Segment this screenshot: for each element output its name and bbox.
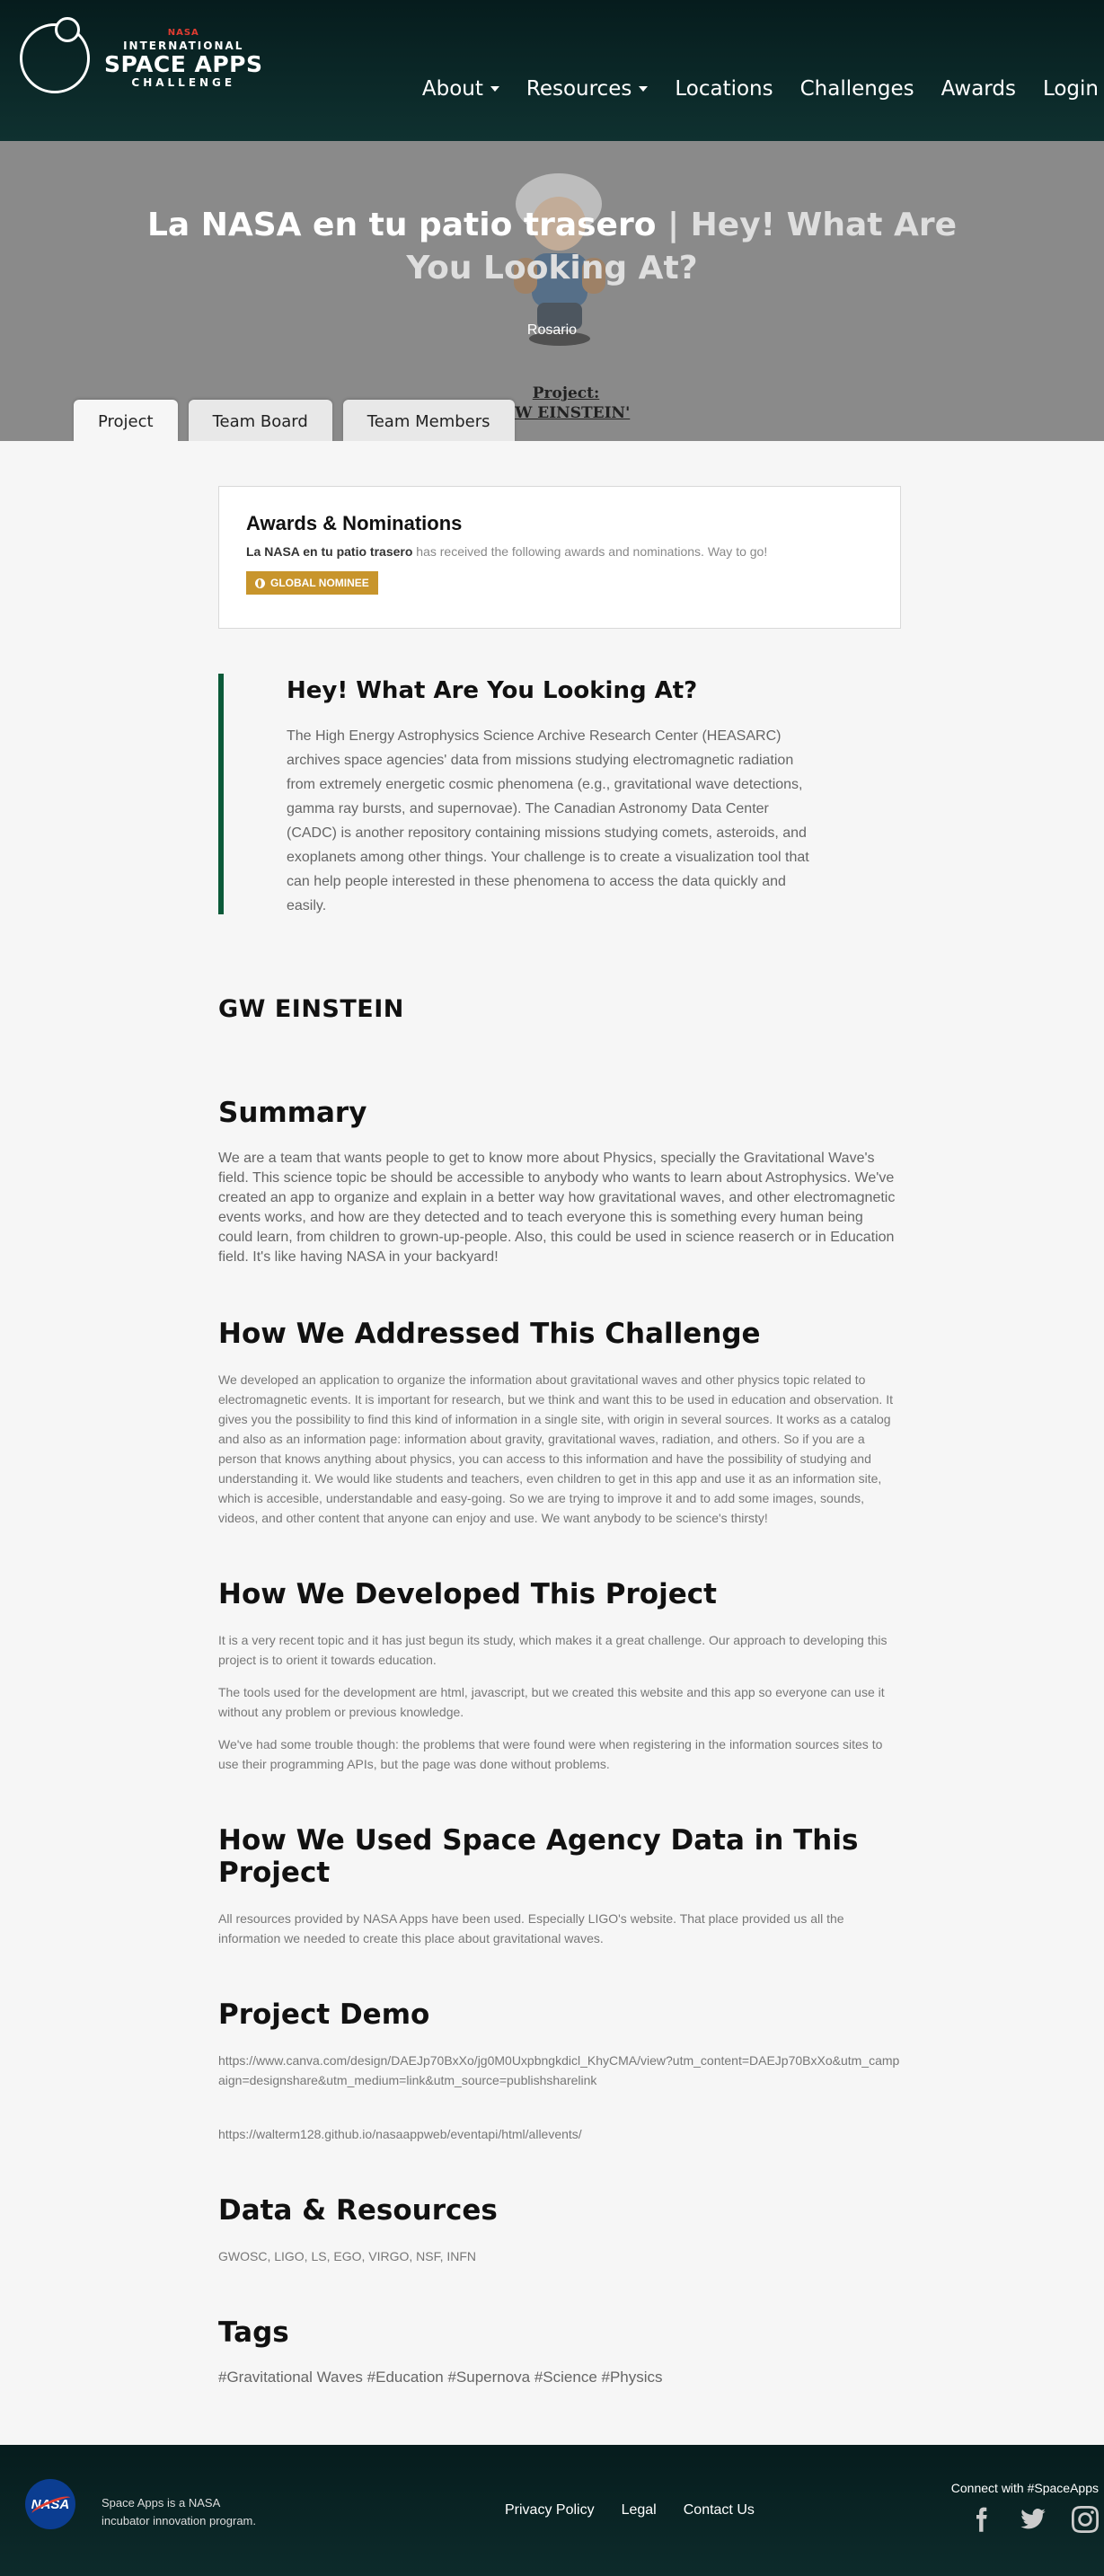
demo-title: Project Demo: [218, 1998, 430, 2031]
main-nav: About Resources Locations Challenges Awa…: [422, 77, 1099, 101]
site-footer: NASA Space Apps is a NASA incubator inno…: [0, 2445, 1104, 2576]
contact-us-link[interactable]: Contact Us: [684, 2502, 755, 2519]
challenge-quote-title[interactable]: Hey! What Are You Looking At?: [287, 677, 820, 704]
global-nominee-badge[interactable]: GLOBAL NOMINEE: [246, 571, 378, 595]
chevron-down-icon: [490, 86, 499, 92]
project-title: La NASA en tu patio trasero: [146, 207, 657, 243]
tab-team-board[interactable]: Team Board: [188, 400, 332, 441]
logo-ring-icon: [20, 17, 90, 93]
logo-challenge-text: CHALLENGE: [131, 76, 236, 89]
project-tabs: Project Team Board Team Members: [74, 400, 515, 441]
footer-links: Privacy Policy Legal Contact Us: [505, 2502, 755, 2519]
globe-icon: [255, 578, 265, 588]
developed-paragraph: The tools used for the development are h…: [218, 1685, 885, 1719]
team-name: GW EINSTEIN: [218, 995, 404, 1023]
tab-team-members[interactable]: Team Members: [342, 400, 515, 441]
nav-login[interactable]: Login: [1043, 77, 1099, 101]
developed-section: How We Developed This Project It is a ve…: [218, 1578, 901, 1774]
nav-about[interactable]: About: [422, 77, 499, 101]
tags-list[interactable]: #Gravitational Waves #Education #Superno…: [218, 2369, 901, 2386]
data-used-title: How We Used Space Agency Data in This Pr…: [218, 1824, 859, 1889]
title-separator: |: [656, 207, 691, 243]
addressed-title: How We Addressed This Challenge: [218, 1318, 761, 1350]
footer-tagline-line1: Space Apps is a NASA: [102, 2496, 221, 2510]
legal-link[interactable]: Legal: [622, 2502, 657, 2519]
footer-tagline: Space Apps is a NASA incubator innovatio…: [102, 2494, 256, 2530]
facebook-icon[interactable]: [967, 2506, 994, 2537]
demo-section: Project Demo https://www.canva.com/desig…: [218, 1998, 901, 2144]
space-apps-logo[interactable]: NASA INTERNATIONAL SPACE APPS CHALLENGE: [20, 17, 263, 93]
resources-text: GWOSC, LIGO, LS, EGO, VIRGO, NSF, INFN: [218, 2249, 477, 2263]
tags-section: Tags #Gravitational Waves #Education #Su…: [218, 2316, 901, 2386]
awards-description-text: has received the following awards and no…: [412, 544, 768, 559]
nav-locations[interactable]: Locations: [675, 77, 773, 101]
developed-paragraph: It is a very recent topic and it has jus…: [218, 1633, 888, 1667]
challenge-quote: Hey! What Are You Looking At? The High E…: [218, 674, 901, 914]
project-content: Awards & Nominations La NASA en tu patio…: [218, 441, 901, 2386]
nav-resources[interactable]: Resources: [526, 77, 649, 101]
demo-link-canva[interactable]: https://www.canva.com/design/DAEJp70BxXo…: [218, 2051, 901, 2090]
chevron-down-icon: [639, 86, 649, 92]
summary-text: We are a team that wants people to get t…: [218, 1151, 896, 1265]
developed-title: How We Developed This Project: [218, 1578, 717, 1610]
summary-title: Summary: [218, 1097, 367, 1129]
nav-challenges[interactable]: Challenges: [800, 77, 914, 101]
developed-paragraph: We've had some trouble though: the probl…: [218, 1737, 883, 1771]
location-link[interactable]: Rosario: [0, 322, 1104, 339]
resources-section: Data & Resources GWOSC, LIGO, LS, EGO, V…: [218, 2194, 901, 2266]
social-links: [967, 2506, 1099, 2537]
logo-international-text: INTERNATIONAL: [123, 40, 244, 52]
badge-label: GLOBAL NOMINEE: [270, 577, 369, 589]
logo-space-apps-text: SPACE APPS: [104, 51, 263, 77]
challenge-description: The High Energy Astrophysics Science Arc…: [287, 728, 809, 913]
hero-image-caption: Project: GW EINSTEIN': [499, 384, 633, 423]
awards-project-name: La NASA en tu patio trasero: [246, 544, 413, 559]
addressed-text: We developed an application to organize …: [218, 1372, 893, 1525]
hero-caption-line1: Project:: [532, 384, 600, 402]
awards-description: La NASA en tu patio trasero has received…: [246, 544, 873, 559]
data-used-section: How We Used Space Agency Data in This Pr…: [218, 1824, 901, 1948]
instagram-icon[interactable]: [1072, 2506, 1099, 2537]
awards-box: Awards & Nominations La NASA en tu patio…: [218, 486, 901, 629]
tab-project[interactable]: Project: [74, 400, 178, 441]
data-used-text: All resources provided by NASA Apps have…: [218, 1911, 844, 1945]
tags-title: Tags: [218, 2316, 289, 2349]
resources-title: Data & Resources: [218, 2194, 498, 2227]
nav-about-label: About: [421, 77, 483, 101]
demo-link-github[interactable]: https://walterm128.github.io/nasaappweb/…: [218, 2124, 901, 2144]
nav-resources-label: Resources: [526, 77, 632, 101]
page-title: La NASA en tu patio trasero | Hey! What …: [135, 204, 969, 290]
nav-awards[interactable]: Awards: [941, 77, 1016, 101]
nasa-logo[interactable]: NASA: [25, 2479, 75, 2529]
addressed-section: How We Addressed This Challenge We devel…: [218, 1318, 901, 1528]
awards-title: Awards & Nominations: [246, 512, 463, 534]
privacy-policy-link[interactable]: Privacy Policy: [505, 2502, 595, 2519]
logo-nasa-text: NASA: [167, 28, 199, 38]
connect-text: Connect with #SpaceApps: [950, 2481, 1099, 2495]
logo-text: NASA INTERNATIONAL SPACE APPS CHALLENGE: [104, 28, 263, 89]
project-hero: La NASA en tu patio trasero | Hey! What …: [0, 141, 1104, 441]
hero-caption-line2: GW EINSTEIN': [501, 404, 631, 422]
site-header: NASA INTERNATIONAL SPACE APPS CHALLENGE …: [0, 0, 1104, 141]
footer-tagline-line2: incubator innovation program.: [102, 2514, 256, 2527]
twitter-icon[interactable]: [1020, 2506, 1047, 2537]
summary-section: Summary We are a team that wants people …: [218, 1097, 901, 1267]
